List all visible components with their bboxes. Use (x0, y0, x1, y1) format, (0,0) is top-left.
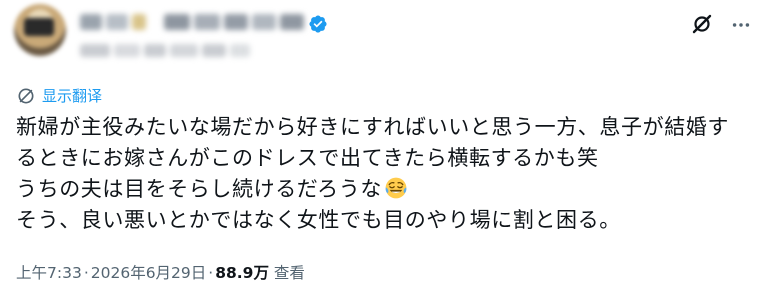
post-time[interactable]: 上午7:33 (16, 264, 82, 282)
post-text-line-4: そう、良い悪いとかではなく女性でも目のやり場に割と困る。 (16, 208, 621, 232)
verified-icon (309, 15, 327, 33)
avatar[interactable] (14, 4, 66, 56)
views-label: 查看 (273, 264, 305, 282)
more-icon[interactable] (730, 14, 752, 36)
show-translation-label[interactable]: 显示翻译 (42, 86, 102, 106)
author-handle-redacted[interactable] (80, 44, 250, 57)
grok-icon[interactable] (690, 12, 714, 36)
meta-separator-2: · (208, 264, 214, 282)
view-count: 88.9万 (215, 264, 269, 282)
show-translation-button[interactable]: 显示翻译 (16, 86, 102, 106)
post: 显示翻译 新婦が主役みたいな場だから好きにすればいいと思う一方、息子が結婚す る… (0, 0, 768, 295)
translate-icon (18, 88, 34, 104)
post-text-line-3: うちの夫は目をそらし続けるだろうな (16, 174, 756, 205)
author-name-redacted[interactable] (80, 14, 304, 32)
laughing-emoji-icon (385, 177, 407, 199)
meta-separator: · (83, 264, 89, 282)
post-date[interactable]: 2026年6月29日 (91, 264, 207, 282)
author-block[interactable] (80, 10, 380, 60)
post-text-line-1: 新婦が主役みたいな場だから好きにすればいいと思う一方、息子が結婚す (16, 115, 730, 139)
post-text-line-3-text: うちの夫は目をそらし続けるだろうな (16, 177, 382, 201)
post-text-line-2: るときにお嫁さんがこのドレスで出てきたら横転するかも笑 (16, 146, 599, 170)
post-text: 新婦が主役みたいな場だから好きにすればいいと思う一方、息子が結婚す るときにお嫁… (16, 112, 756, 236)
post-meta: 上午7:33 · 2026年6月29日 · 88.9万 查看 (16, 262, 305, 284)
